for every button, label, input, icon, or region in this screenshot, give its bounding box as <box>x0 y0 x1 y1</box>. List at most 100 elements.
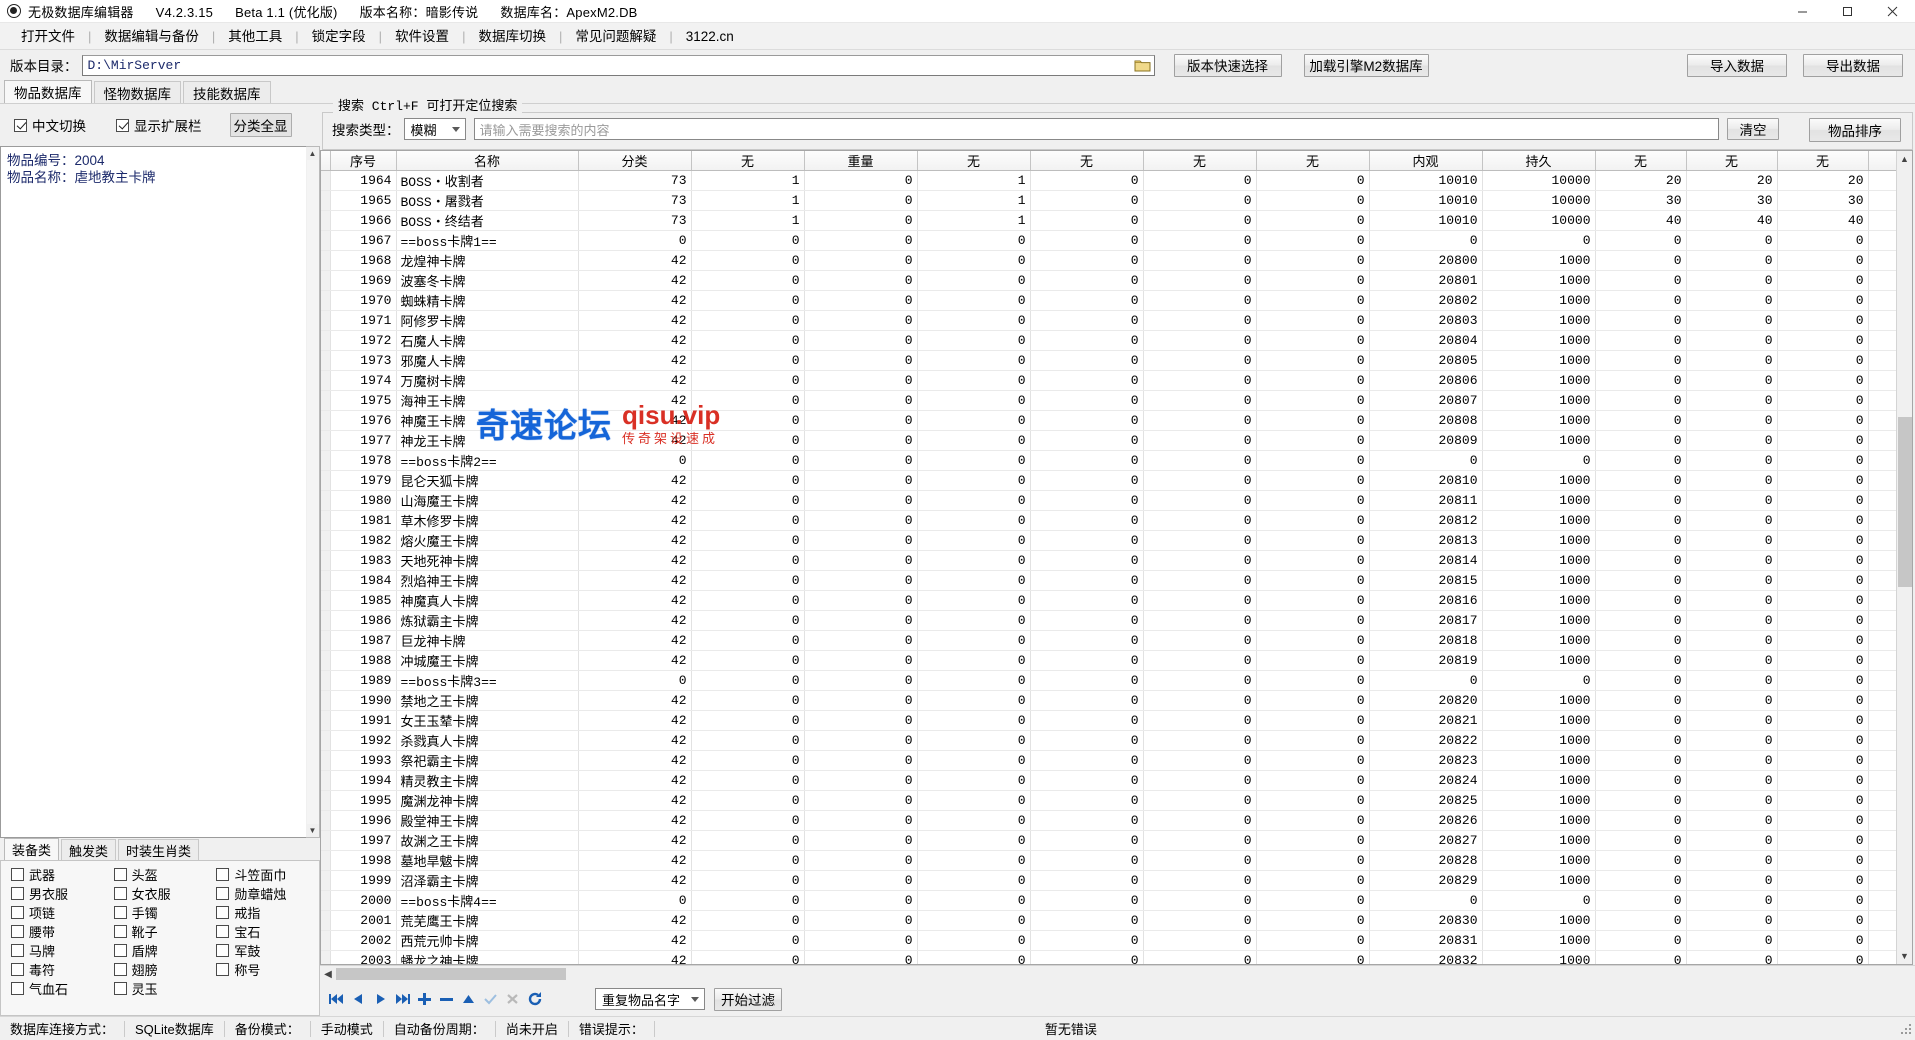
cell-index[interactable]: 1984 <box>330 570 397 591</box>
row-indicator[interactable] <box>321 690 331 711</box>
cell-value-0[interactable]: 42 <box>578 690 692 711</box>
cell-value-5[interactable]: 0 <box>1143 410 1257 431</box>
cell-value-5[interactable]: 0 <box>1143 290 1257 311</box>
table-row[interactable]: 1978==boss卡牌2==000000000000000 <box>321 450 1912 471</box>
load-engine-m2-database-button[interactable]: 加载引擎M2数据库 <box>1303 53 1429 77</box>
cell-value-3[interactable]: 0 <box>917 470 1031 491</box>
cell-value-11[interactable]: 0 <box>1777 290 1869 311</box>
cell-value-3[interactable]: 0 <box>917 670 1031 691</box>
cell-value-8[interactable]: 1000 <box>1482 490 1596 511</box>
table-row[interactable]: 1996殿堂神王卡牌42000000208261000000000 <box>321 810 1912 831</box>
cell-value-5[interactable]: 0 <box>1143 830 1257 851</box>
cell-value-2[interactable]: 0 <box>804 490 918 511</box>
cell-value-1[interactable]: 1 <box>691 210 805 231</box>
cell-name[interactable]: 炼狱霸主卡牌 <box>396 610 579 631</box>
row-indicator[interactable] <box>321 590 331 611</box>
cell-value-1[interactable]: 0 <box>691 370 805 391</box>
cell-value-2[interactable]: 0 <box>804 710 918 731</box>
close-button[interactable] <box>1870 0 1915 23</box>
cell-value-5[interactable]: 0 <box>1143 870 1257 891</box>
cell-value-11[interactable]: 30 <box>1777 190 1869 211</box>
cell-value-8[interactable]: 10000 <box>1482 170 1596 191</box>
category-checkbox-16[interactable]: 翅膀 <box>113 960 217 979</box>
table-row[interactable]: 1967==boss卡牌1==000000000000000 <box>321 230 1912 251</box>
row-indicator[interactable] <box>321 810 331 831</box>
row-indicator[interactable] <box>321 510 331 531</box>
category-checkbox-12[interactable]: 马牌 <box>11 941 114 960</box>
cell-value-3[interactable]: 0 <box>917 410 1031 431</box>
column-header-7[interactable]: 无 <box>1143 151 1257 171</box>
cell-value-6[interactable]: 0 <box>1256 650 1370 671</box>
column-header-2[interactable]: 分类 <box>578 151 692 171</box>
cell-value-10[interactable]: 0 <box>1686 890 1778 911</box>
cell-value-8[interactable]: 1000 <box>1482 270 1596 291</box>
table-row[interactable]: 1964BOSS・收割者7310100010010100002020202020… <box>321 170 1912 191</box>
cell-value-1[interactable]: 0 <box>691 630 805 651</box>
cell-value-3[interactable]: 0 <box>917 730 1031 751</box>
cell-value-2[interactable]: 0 <box>804 670 918 691</box>
cell-value-6[interactable]: 0 <box>1256 790 1370 811</box>
cell-name[interactable]: 山海魔王卡牌 <box>396 490 579 511</box>
cell-value-9[interactable]: 0 <box>1595 310 1687 331</box>
cell-value-6[interactable]: 0 <box>1256 670 1370 691</box>
cell-value-11[interactable]: 0 <box>1777 590 1869 611</box>
cell-value-3[interactable]: 0 <box>917 550 1031 571</box>
cell-value-4[interactable]: 0 <box>1030 570 1144 591</box>
cell-value-9[interactable]: 0 <box>1595 250 1687 271</box>
cell-value-4[interactable]: 0 <box>1030 510 1144 531</box>
cell-index[interactable]: 1978 <box>330 450 397 471</box>
cell-value-10[interactable]: 0 <box>1686 530 1778 551</box>
cell-value-1[interactable]: 0 <box>691 810 805 831</box>
cell-value-4[interactable]: 0 <box>1030 450 1144 471</box>
next-record-icon[interactable] <box>372 991 389 1008</box>
cell-value-9[interactable]: 0 <box>1595 670 1687 691</box>
cell-value-8[interactable]: 0 <box>1482 230 1596 251</box>
column-header-0[interactable]: 序号 <box>330 151 397 171</box>
cell-index[interactable]: 1999 <box>330 870 397 891</box>
cell-value-10[interactable]: 0 <box>1686 730 1778 751</box>
cell-value-6[interactable]: 0 <box>1256 310 1370 331</box>
cell-value-6[interactable]: 0 <box>1256 250 1370 271</box>
cell-value-4[interactable]: 0 <box>1030 950 1144 964</box>
export-data-button[interactable]: 导出数据 <box>1803 53 1903 77</box>
cell-value-5[interactable]: 0 <box>1143 730 1257 751</box>
cell-value-10[interactable]: 0 <box>1686 490 1778 511</box>
cell-value-6[interactable]: 0 <box>1256 230 1370 251</box>
cell-value-7[interactable]: 20812 <box>1369 510 1483 531</box>
cell-value-8[interactable]: 1000 <box>1482 710 1596 731</box>
horizontal-scroll-thumb[interactable] <box>336 968 566 980</box>
cell-value-8[interactable]: 1000 <box>1482 310 1596 331</box>
row-indicator[interactable] <box>321 870 331 891</box>
cell-value-11[interactable]: 0 <box>1777 790 1869 811</box>
menu-item-lock-fields[interactable]: 锁定字段 <box>299 23 379 50</box>
cell-value-5[interactable]: 0 <box>1143 230 1257 251</box>
cell-value-6[interactable]: 0 <box>1256 210 1370 231</box>
cell-value-0[interactable]: 42 <box>578 810 692 831</box>
row-indicator[interactable] <box>321 410 331 431</box>
cell-value-2[interactable]: 0 <box>804 210 918 231</box>
cell-index[interactable]: 1992 <box>330 730 397 751</box>
cell-value-1[interactable]: 1 <box>691 190 805 211</box>
table-row[interactable]: 1985神魔真人卡牌42000000208161000000000 <box>321 590 1912 611</box>
row-indicator[interactable] <box>321 650 331 671</box>
cell-name[interactable]: 殿堂神王卡牌 <box>396 810 579 831</box>
cell-value-5[interactable]: 0 <box>1143 610 1257 631</box>
cell-value-10[interactable]: 0 <box>1686 270 1778 291</box>
cell-value-3[interactable]: 0 <box>917 590 1031 611</box>
cell-value-5[interactable]: 0 <box>1143 790 1257 811</box>
table-row[interactable]: 1995魔渊龙神卡牌42000000208251000000000 <box>321 790 1912 811</box>
cell-value-9[interactable]: 0 <box>1595 770 1687 791</box>
row-indicator[interactable] <box>321 950 331 964</box>
cell-value-3[interactable]: 0 <box>917 830 1031 851</box>
cell-index[interactable]: 1996 <box>330 810 397 831</box>
cell-value-3[interactable]: 1 <box>917 190 1031 211</box>
cell-value-4[interactable]: 0 <box>1030 370 1144 391</box>
cell-value-7[interactable]: 20809 <box>1369 430 1483 451</box>
cell-value-6[interactable]: 0 <box>1256 430 1370 451</box>
cell-value-3[interactable]: 0 <box>917 810 1031 831</box>
row-indicator[interactable] <box>321 670 331 691</box>
cell-value-4[interactable]: 0 <box>1030 690 1144 711</box>
cell-value-8[interactable]: 1000 <box>1482 510 1596 531</box>
cell-value-6[interactable]: 0 <box>1256 470 1370 491</box>
column-header-8[interactable]: 无 <box>1256 151 1370 171</box>
